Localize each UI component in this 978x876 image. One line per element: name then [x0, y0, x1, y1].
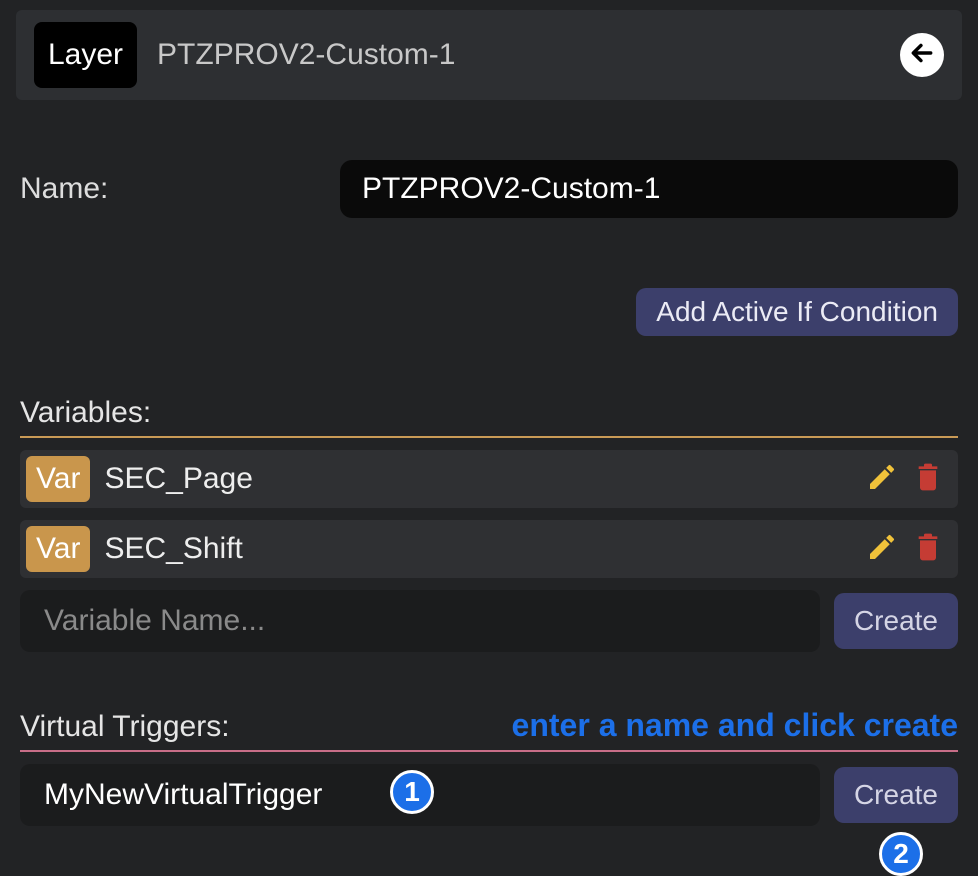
create-variable-button[interactable]: Create	[834, 593, 958, 649]
arrow-left-icon	[909, 40, 935, 71]
add-active-if-button[interactable]: Add Active If Condition	[636, 288, 958, 336]
annotation-text: enter a name and click create	[512, 707, 958, 744]
new-trigger-row: 1 Create	[20, 764, 958, 826]
variables-heading: Variables:	[10, 396, 968, 436]
edit-variable-button[interactable]	[864, 531, 900, 567]
var-badge: Var	[26, 526, 90, 572]
new-variable-row: Create	[20, 590, 958, 652]
pencil-icon	[866, 531, 898, 568]
variable-row[interactable]: Var SEC_Shift	[20, 520, 958, 578]
create-trigger-button[interactable]: Create	[834, 767, 958, 823]
delete-variable-button[interactable]	[910, 531, 946, 567]
annotation-badge-2: 2	[879, 832, 923, 876]
edit-variable-button[interactable]	[864, 461, 900, 497]
variable-row[interactable]: Var SEC_Page	[20, 450, 958, 508]
variable-name: SEC_Shift	[104, 532, 854, 566]
var-badge: Var	[26, 456, 90, 502]
variables-divider	[20, 436, 958, 438]
layer-badge: Layer	[34, 22, 137, 88]
delete-variable-button[interactable]	[910, 461, 946, 497]
pencil-icon	[866, 461, 898, 498]
trash-icon	[912, 529, 944, 570]
virtual-triggers-heading: Virtual Triggers:	[20, 710, 230, 744]
annotation-badge-1: 1	[390, 770, 434, 814]
name-input[interactable]	[340, 160, 958, 218]
back-button[interactable]	[900, 33, 944, 77]
layer-header: Layer PTZPROV2-Custom-1	[16, 10, 962, 100]
name-label: Name:	[20, 172, 340, 206]
variable-name: SEC_Page	[104, 462, 854, 496]
triggers-divider	[20, 750, 958, 752]
name-row: Name:	[10, 150, 968, 228]
layer-title: PTZPROV2-Custom-1	[157, 38, 900, 72]
trash-icon	[912, 459, 944, 500]
new-variable-input[interactable]	[20, 590, 820, 652]
